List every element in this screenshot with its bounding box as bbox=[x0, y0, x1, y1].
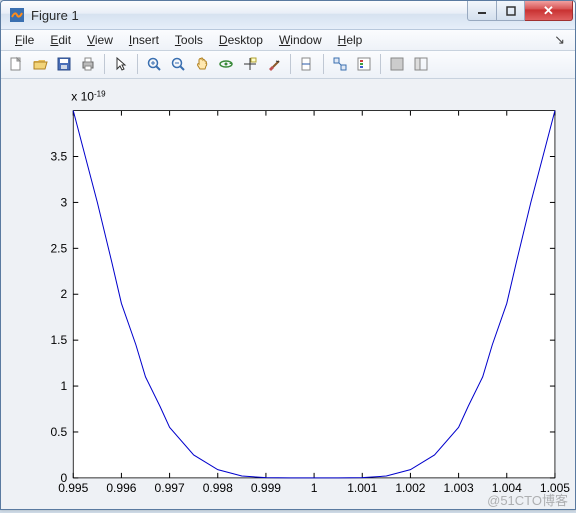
hide-tools-button[interactable] bbox=[386, 53, 408, 75]
link-axes-button[interactable] bbox=[329, 53, 351, 75]
ytick-label: 0 bbox=[61, 470, 68, 484]
ytick-label: 3 bbox=[61, 195, 68, 209]
brush-button[interactable] bbox=[263, 53, 285, 75]
maximize-button[interactable] bbox=[497, 1, 525, 21]
toolbar bbox=[1, 51, 575, 78]
menu-edit[interactable]: Edit bbox=[42, 31, 79, 49]
toolbar-separator bbox=[323, 54, 324, 74]
ytick-label: 3.5 bbox=[50, 149, 67, 163]
menu-view[interactable]: View bbox=[79, 31, 121, 49]
xtick-label: 1 bbox=[311, 480, 318, 494]
dock-icon[interactable]: ↘ bbox=[554, 32, 569, 48]
open-file-button[interactable] bbox=[29, 53, 51, 75]
toolbar-separator bbox=[104, 54, 105, 74]
pan-button[interactable] bbox=[191, 53, 213, 75]
zoom-in-button[interactable] bbox=[143, 53, 165, 75]
toolbar-separator bbox=[380, 54, 381, 74]
figure-window: Figure 1 ✕ FileEditViewInsertToolsDeskto… bbox=[0, 0, 576, 510]
toolbar-separator bbox=[290, 54, 291, 74]
window-controls: ✕ bbox=[467, 1, 573, 21]
data-cursor-button[interactable] bbox=[239, 53, 261, 75]
title-bar[interactable]: Figure 1 ✕ bbox=[1, 1, 575, 30]
colorbar-button[interactable] bbox=[296, 53, 318, 75]
menu-tools[interactable]: Tools bbox=[167, 31, 211, 49]
watermark: @51CTO博客 bbox=[487, 490, 568, 509]
ytick-label: 1.5 bbox=[50, 333, 67, 347]
toolbar-separator bbox=[137, 54, 138, 74]
plot-area: 0.9950.9960.9970.9980.99911.0011.0021.00… bbox=[1, 79, 575, 509]
chart: 0.9950.9960.9970.9980.99911.0011.0021.00… bbox=[1, 79, 575, 509]
menu-file[interactable]: File bbox=[7, 31, 42, 49]
window-title: Figure 1 bbox=[31, 8, 467, 23]
minimize-button[interactable] bbox=[467, 1, 497, 21]
ytick-label: 1 bbox=[61, 379, 68, 393]
menu-bar: FileEditViewInsertToolsDesktopWindowHelp… bbox=[1, 30, 575, 51]
xtick-label: 1.002 bbox=[395, 480, 425, 494]
rotate3d-button[interactable] bbox=[215, 53, 237, 75]
ytick-label: 0.5 bbox=[50, 425, 67, 439]
zoom-out-button[interactable] bbox=[167, 53, 189, 75]
print-button[interactable] bbox=[77, 53, 99, 75]
pointer-button[interactable] bbox=[110, 53, 132, 75]
xtick-label: 1.001 bbox=[347, 480, 377, 494]
save-button[interactable] bbox=[53, 53, 75, 75]
ytick-label: 2.5 bbox=[50, 241, 67, 255]
xtick-label: 0.996 bbox=[106, 480, 136, 494]
close-button[interactable]: ✕ bbox=[525, 1, 573, 21]
xtick-label: 0.997 bbox=[155, 480, 185, 494]
ytick-label: 2 bbox=[61, 287, 68, 301]
xtick-label: 0.999 bbox=[251, 480, 281, 494]
menu-desktop[interactable]: Desktop bbox=[211, 31, 271, 49]
menu-insert[interactable]: Insert bbox=[121, 31, 167, 49]
show-tools-button[interactable] bbox=[410, 53, 432, 75]
app-icon bbox=[9, 7, 25, 23]
axis-exponent: x 10-19 bbox=[71, 89, 106, 104]
new-file-button[interactable] bbox=[5, 53, 27, 75]
menu-window[interactable]: Window bbox=[271, 31, 330, 49]
xtick-label: 0.998 bbox=[203, 480, 233, 494]
insert-legend-button[interactable] bbox=[353, 53, 375, 75]
menu-help[interactable]: Help bbox=[330, 31, 371, 49]
xtick-label: 1.003 bbox=[444, 480, 474, 494]
